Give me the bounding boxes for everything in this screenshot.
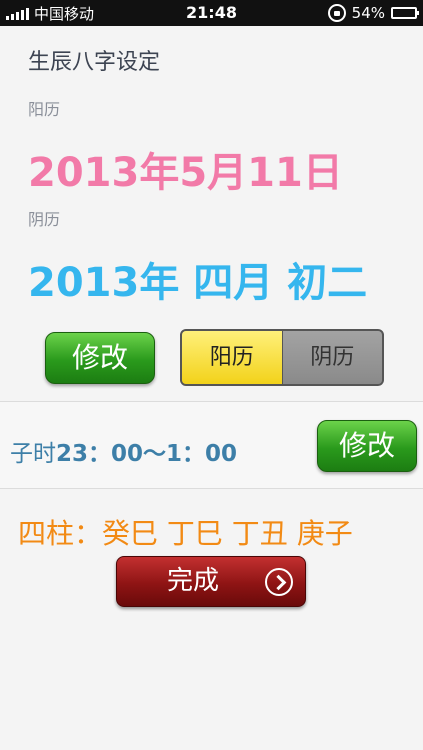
- battery-icon: [391, 7, 419, 19]
- time-range: 子时23：00～1：00: [10, 434, 237, 468]
- done-button[interactable]: 完成: [116, 556, 306, 607]
- done-label: 完成: [167, 566, 220, 596]
- status-bar: 中国移动 21:48 54%: [0, 0, 423, 26]
- time-prefix: 子时: [10, 441, 56, 467]
- divider-bottom: [0, 488, 423, 489]
- four-pillars: 四柱：癸巳 丁巳 丁丑 庚子: [18, 517, 353, 550]
- segment-solar[interactable]: 阳历: [182, 331, 283, 384]
- modify-date-button[interactable]: 修改: [45, 332, 155, 384]
- chevron-right-circle-icon: [265, 568, 293, 596]
- page-title: 生辰八字设定: [28, 50, 161, 75]
- modify-time-button[interactable]: 修改: [317, 420, 417, 472]
- segment-lunar[interactable]: 阴历: [282, 331, 382, 384]
- calendar-type-toggle[interactable]: 阳历 阴历: [180, 329, 384, 386]
- lunar-label: 阴历: [28, 210, 61, 229]
- solar-label: 阳历: [28, 100, 61, 119]
- time-range-value: 23：00～1：00: [56, 441, 238, 467]
- battery-percent: 54%: [351, 4, 385, 22]
- status-right: 54%: [327, 0, 419, 26]
- lunar-date: 2013年 四月 初二: [28, 260, 368, 306]
- solar-date: 2013年5月11日: [28, 150, 343, 196]
- lock-rotation-icon: [327, 4, 346, 22]
